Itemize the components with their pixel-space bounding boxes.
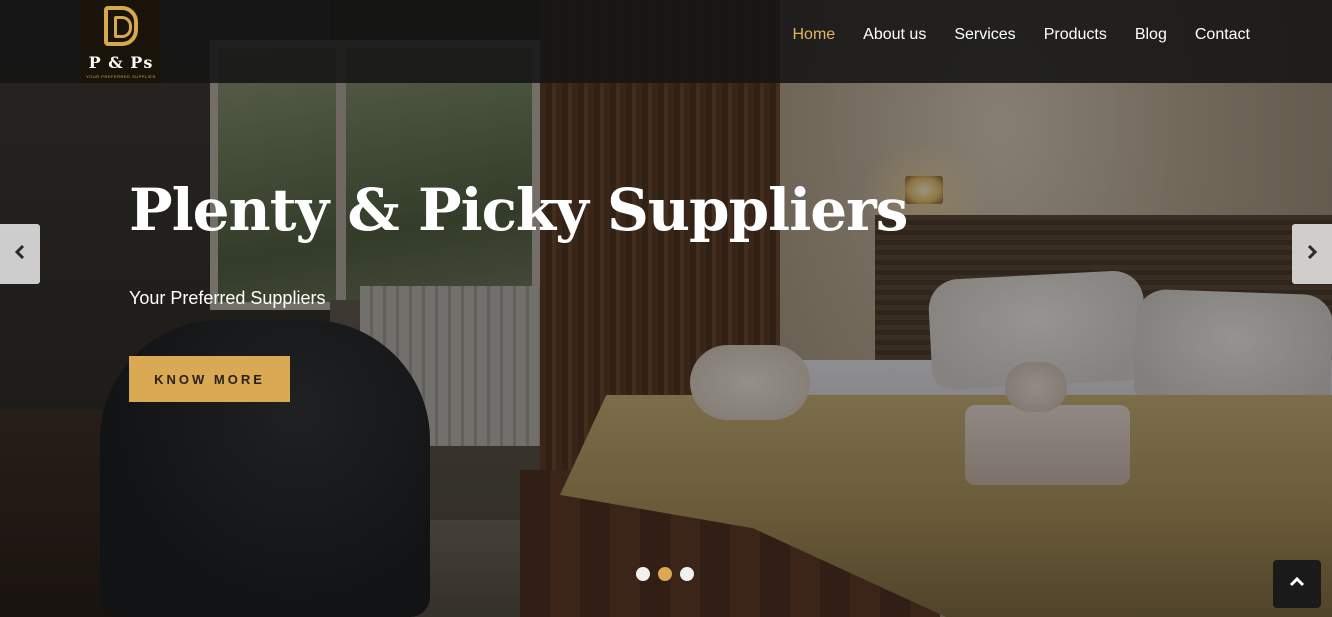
nav-item-home[interactable]: Home (792, 24, 835, 46)
carousel-dot-2[interactable] (658, 567, 672, 581)
nav-item-about-us[interactable]: About us (863, 24, 926, 46)
chevron-left-icon (13, 244, 27, 264)
carousel-next-button[interactable] (1292, 224, 1332, 284)
nav-item-services[interactable]: Services (954, 24, 1015, 46)
chevron-up-icon (1289, 574, 1305, 595)
carousel-prev-button[interactable] (0, 224, 40, 284)
nav-item-blog[interactable]: Blog (1135, 24, 1167, 46)
nav-item-products[interactable]: Products (1044, 24, 1107, 46)
logo-text: P & Ps (88, 53, 154, 72)
hero-subtitle: Your Preferred Suppliers (129, 288, 326, 308)
nav-item-contact[interactable]: Contact (1195, 24, 1250, 46)
logo-mark-icon (104, 6, 138, 46)
hero-title: Plenty & Picky Suppliers (129, 176, 908, 244)
main-nav: Home About us Services Products Blog Con… (792, 24, 1250, 46)
know-more-button[interactable]: KNOW MORE (129, 356, 290, 402)
carousel-dot-1[interactable] (636, 567, 650, 581)
logo[interactable]: P & Ps YOUR PREFERRED SUPPLIER (81, 0, 161, 83)
carousel-dot-3[interactable] (680, 567, 694, 581)
site-header: P & Ps YOUR PREFERRED SUPPLIER Home Abou… (0, 0, 1332, 83)
scroll-to-top-button[interactable] (1273, 560, 1321, 608)
logo-tagline: YOUR PREFERRED SUPPLIER (86, 74, 156, 79)
chevron-right-icon (1305, 244, 1319, 264)
carousel-dots (636, 567, 694, 581)
